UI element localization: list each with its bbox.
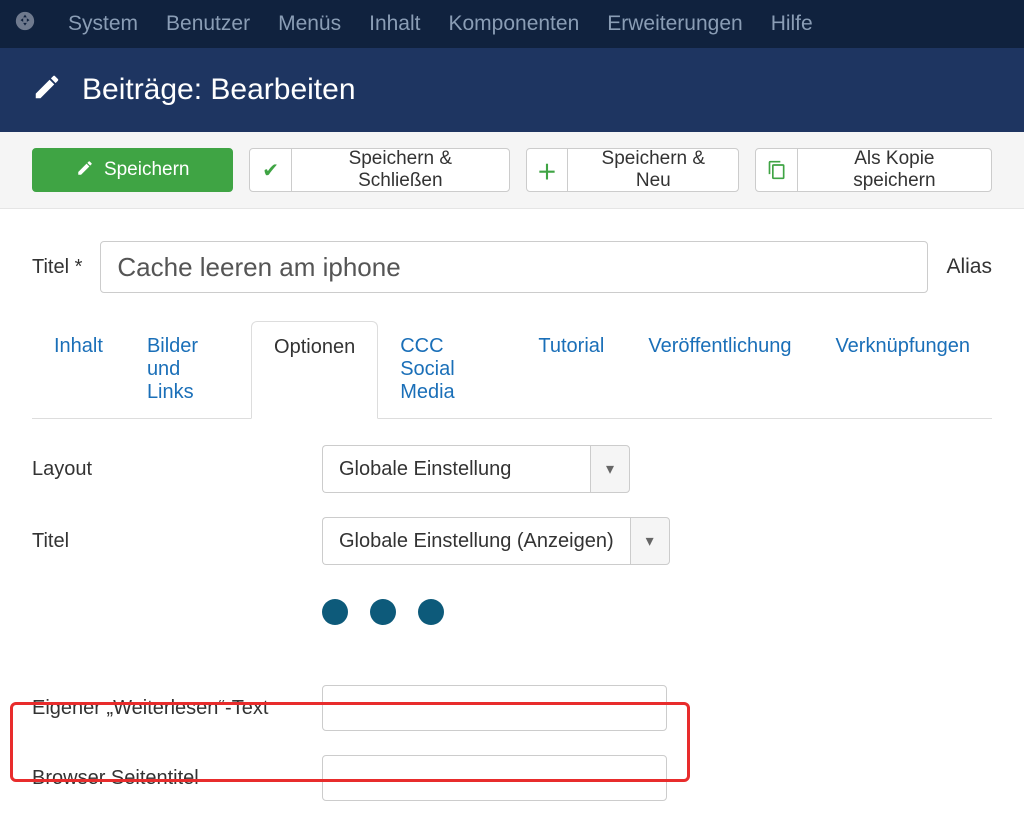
layout-select-value: Globale Einstellung: [322, 445, 590, 493]
joomla-logo-icon: [14, 10, 36, 38]
save-copy-button[interactable]: Als Kopie speichern: [755, 148, 992, 192]
tab-inhalt[interactable]: Inhalt: [32, 321, 125, 418]
save-new-button[interactable]: ＋ Speichern & Neu: [526, 148, 740, 192]
titel-option-label: Titel: [32, 530, 322, 553]
browser-title-input[interactable]: [322, 755, 667, 801]
title-label: Titel *: [32, 256, 82, 279]
page-title: Beiträge: Bearbeiten: [82, 73, 356, 107]
page-header: Beiträge: Bearbeiten: [0, 48, 1024, 132]
nav-komponenten[interactable]: Komponenten: [448, 12, 579, 36]
layout-select[interactable]: Globale Einstellung ▾: [322, 445, 630, 493]
layout-row: Layout Globale Einstellung ▾: [32, 445, 992, 493]
nav-menus[interactable]: Menüs: [278, 12, 341, 36]
dot-icon: [418, 599, 444, 625]
action-toolbar: Speichern ✔ Speichern & Schließen ＋ Spei…: [0, 132, 1024, 209]
chevron-down-icon: ▾: [590, 445, 630, 493]
readmore-input[interactable]: [322, 685, 667, 731]
browser-title-row: Browser Seitentitel: [32, 755, 992, 801]
ellipsis-dots: [322, 599, 992, 625]
plus-icon: ＋: [527, 149, 568, 191]
tab-bilder-links[interactable]: Bilder und Links: [125, 321, 251, 418]
readmore-label: Eigener „Weiterlesen“-Text: [32, 697, 322, 720]
readmore-row: Eigener „Weiterlesen“-Text: [32, 685, 992, 731]
dot-icon: [370, 599, 396, 625]
titel-select-value: Globale Einstellung (Anzeigen): [322, 517, 630, 565]
save-button-label: Speichern: [104, 159, 190, 181]
titel-select[interactable]: Globale Einstellung (Anzeigen) ▾: [322, 517, 670, 565]
title-row: Titel * Alias: [32, 241, 992, 293]
tab-tutorial[interactable]: Tutorial: [516, 321, 626, 418]
save-button[interactable]: Speichern: [32, 148, 233, 192]
title-input[interactable]: [100, 241, 928, 293]
nav-system[interactable]: System: [68, 12, 138, 36]
tab-ccc-social[interactable]: CCC Social Media: [378, 321, 516, 418]
alias-label: Alias: [946, 255, 992, 279]
save-icon: [76, 159, 94, 182]
content-area: Titel * Alias Inhalt Bilder und Links Op…: [0, 209, 1024, 801]
titel-row: Titel Globale Einstellung (Anzeigen) ▾: [32, 517, 992, 565]
chevron-down-icon: ▾: [630, 517, 670, 565]
copy-icon: [756, 149, 797, 191]
tab-verknuepfungen[interactable]: Verknüpfungen: [813, 321, 992, 418]
top-navigation: System Benutzer Menüs Inhalt Komponenten…: [0, 0, 1024, 48]
save-new-label: Speichern & Neu: [568, 148, 738, 192]
save-close-button[interactable]: ✔ Speichern & Schließen: [249, 148, 510, 192]
nav-benutzer[interactable]: Benutzer: [166, 12, 250, 36]
tab-optionen[interactable]: Optionen: [251, 321, 378, 419]
check-icon: ✔: [250, 149, 291, 191]
dot-icon: [322, 599, 348, 625]
nav-erweiterungen[interactable]: Erweiterungen: [607, 12, 742, 36]
nav-hilfe[interactable]: Hilfe: [771, 12, 813, 36]
layout-label: Layout: [32, 458, 322, 481]
save-close-label: Speichern & Schließen: [292, 148, 509, 192]
pencil-icon: [32, 72, 62, 109]
browser-title-label: Browser Seitentitel: [32, 767, 322, 790]
save-copy-label: Als Kopie speichern: [798, 148, 991, 192]
tab-veroeffentlichung[interactable]: Veröffentlichung: [626, 321, 813, 418]
nav-inhalt[interactable]: Inhalt: [369, 12, 420, 36]
tab-bar: Inhalt Bilder und Links Optionen CCC Soc…: [32, 321, 992, 419]
